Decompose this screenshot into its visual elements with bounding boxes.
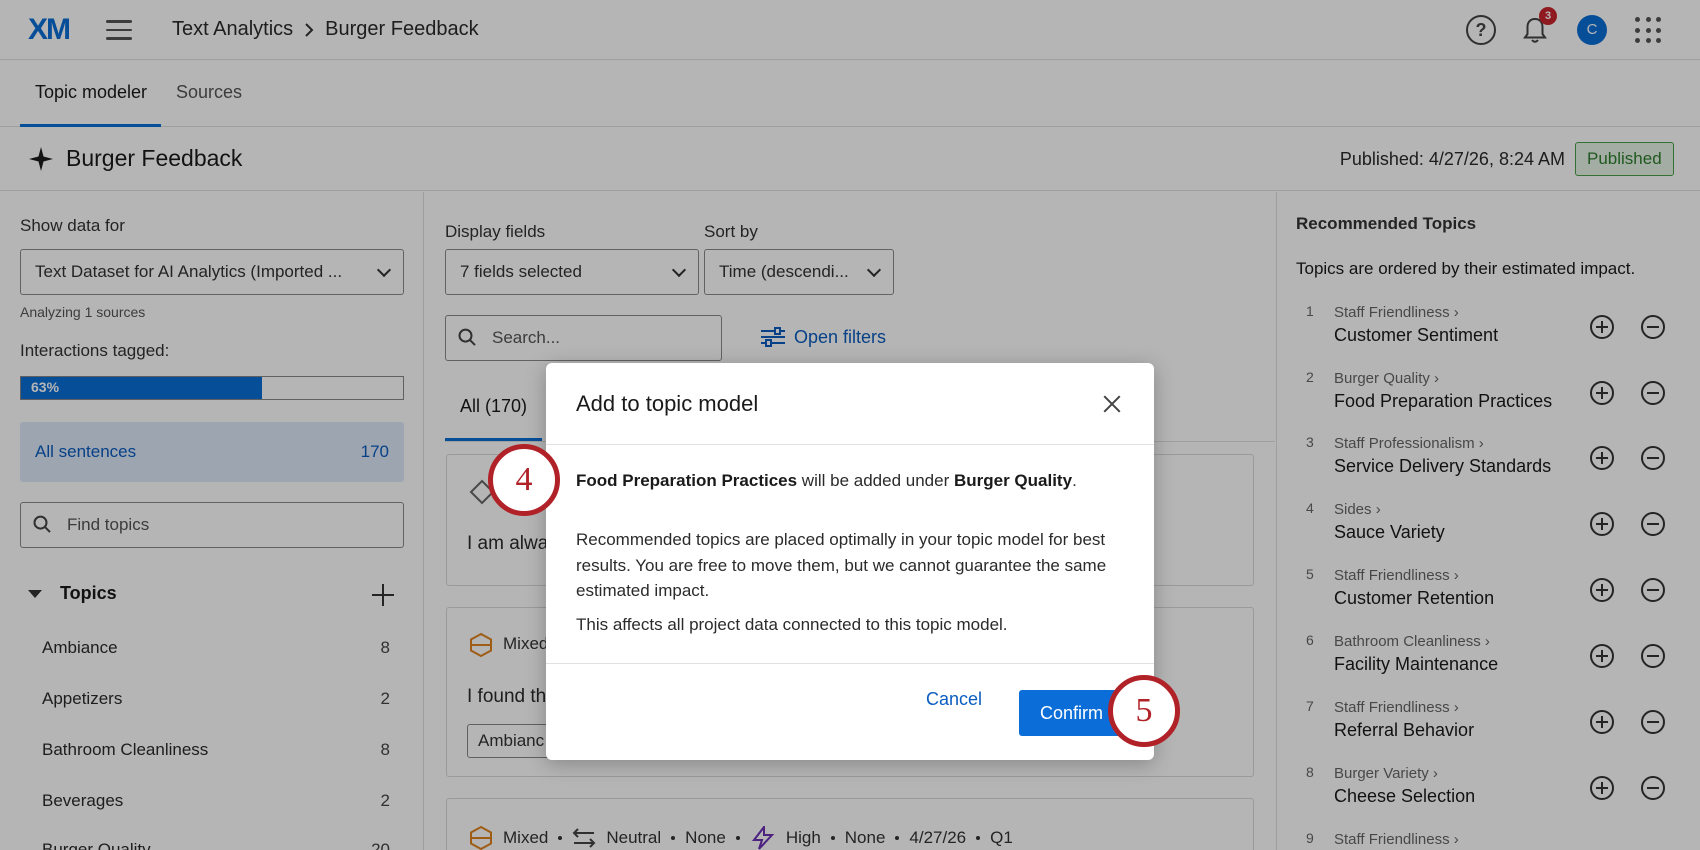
- dialog-paragraph: This affects all project data connected …: [576, 615, 1008, 634]
- step-marker-5: 5: [1108, 675, 1180, 747]
- parent-topic-name: Burger Quality: [953, 471, 1073, 490]
- dialog-summary: Food Preparation Practices will be added…: [576, 471, 1077, 490]
- close-icon[interactable]: [1101, 393, 1123, 415]
- topic-name: Food Preparation Practices: [576, 471, 798, 490]
- dialog-title: Add to topic model: [576, 391, 759, 416]
- cancel-button[interactable]: Cancel: [926, 689, 982, 710]
- dialog-paragraph: Recommended topics are placed optimally …: [576, 530, 1107, 600]
- divider: [546, 444, 1154, 445]
- add-to-topic-model-dialog: Add to topic model Food Preparation Prac…: [546, 363, 1154, 760]
- divider: [546, 663, 1154, 664]
- step-marker-4: 4: [488, 444, 560, 516]
